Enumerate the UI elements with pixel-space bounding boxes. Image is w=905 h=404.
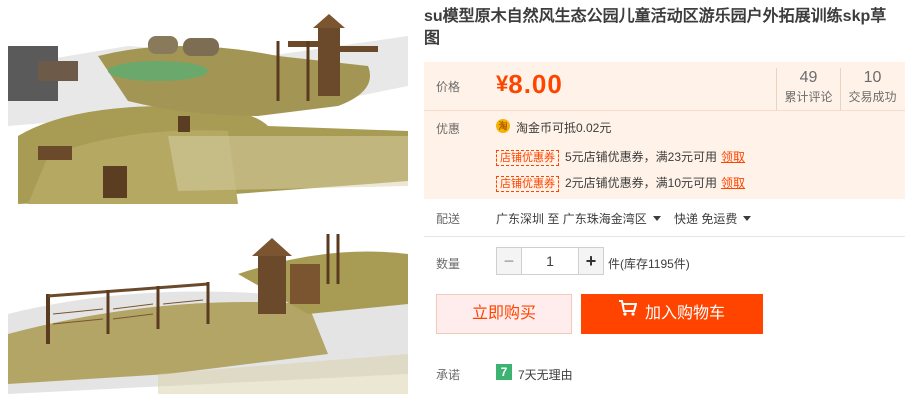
decrease-quantity-button[interactable]: − (496, 247, 522, 275)
add-to-cart-button[interactable]: 加入购物车 (581, 294, 763, 334)
shipping-from: 广东深圳 至 (496, 212, 560, 226)
currency-symbol: ¥ (496, 71, 509, 96)
promise-label: 承诺 (436, 368, 461, 382)
reviews-label: 累计评论 (784, 90, 833, 104)
sales-count: 10 (863, 69, 882, 86)
shipping-method-select[interactable]: 快递 免运费 (674, 212, 761, 226)
promo-label: 优惠 (436, 122, 461, 136)
chevron-down-icon (743, 216, 752, 222)
product-image-1[interactable] (8, 6, 408, 204)
shipping-method: 快递 免运费 (674, 212, 738, 226)
coupon-row: 店铺优惠券 5元店铺优惠券，满23元可用 领取 (496, 148, 745, 166)
coupon-desc: 5元店铺优惠券，满23元可用 (565, 150, 718, 164)
price-amount: 8.00 (508, 69, 563, 99)
reviews-count: 49 (799, 69, 818, 86)
coupon-tag: 店铺优惠券 (496, 176, 559, 192)
increase-quantity-button[interactable]: + (578, 247, 604, 275)
shipping-info: 广东深圳 至 广东珠海金湾区 快递 免运费 (496, 210, 761, 227)
add-to-cart-label: 加入购物车 (644, 305, 725, 322)
cart-icon (618, 292, 638, 332)
sales-stat: 10 交易成功 (840, 68, 904, 110)
product-gallery (8, 6, 408, 398)
claim-coupon-link[interactable]: 领取 (721, 176, 745, 190)
product-title: su模型原木自然风生态公园儿童活动区游乐园户外拓展训练skp草图 (424, 8, 887, 47)
coupon-row: 店铺优惠券 2元店铺优惠券，满10元可用 领取 (496, 174, 745, 192)
price-label: 价格 (436, 80, 461, 94)
promise-text[interactable]: 7天无理由 (518, 366, 573, 383)
quantity-input[interactable] (522, 247, 578, 275)
buy-now-button[interactable]: 立即购买 (436, 294, 572, 334)
shipping-destination-select[interactable]: 广东珠海金湾区 (563, 212, 671, 226)
quantity-label: 数量 (436, 257, 461, 271)
coupon-tag: 店铺优惠券 (496, 150, 559, 166)
product-image-2[interactable] (8, 224, 408, 394)
price-divider (424, 110, 905, 111)
stock-text: 件(库存1195件) (608, 257, 690, 271)
price-panel: 价格 ¥8.00 49 累计评论 10 交易成功 优惠 淘 淘金币可抵0.02元… (424, 62, 905, 199)
claim-coupon-link[interactable]: 领取 (721, 150, 745, 164)
chevron-down-icon (652, 216, 661, 222)
coin-discount-text: 淘金币可抵0.02元 (516, 121, 612, 135)
price-value: ¥8.00 (496, 66, 563, 102)
seven-day-return-icon: 7 (496, 364, 512, 380)
shipping-destination: 广东珠海金湾区 (562, 212, 647, 226)
taobao-coin-icon: 淘 (496, 119, 510, 133)
coupon-desc: 2元店铺优惠券，满10元可用 (565, 176, 718, 190)
section-divider (424, 236, 905, 237)
sales-label: 交易成功 (848, 90, 897, 104)
quantity-stepper: − + (496, 247, 604, 275)
reviews-stat[interactable]: 49 累计评论 (776, 68, 840, 110)
shipping-label: 配送 (436, 212, 461, 226)
